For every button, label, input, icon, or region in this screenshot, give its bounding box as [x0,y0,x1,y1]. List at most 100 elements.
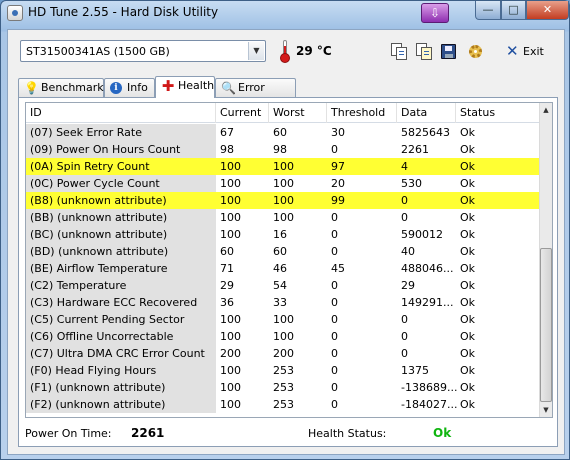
drive-select[interactable]: ST31500341AS (1500 GB) ▼ [20,40,266,62]
health-cross-icon: ✚ [161,77,175,95]
table-row[interactable]: (C7) Ultra DMA CRC Error Count 200 200 0 0 Ok [26,345,541,362]
health-panel: ID Current Worst Threshold Data Status (… [18,97,558,447]
table-row[interactable]: (BE) Airflow Temperature 71 46 45 488046... O… [26,260,541,277]
client-area: ST31500341AS (1500 GB) ▼ 29 °C ✕ Exit 💡 … [7,29,565,455]
cell-current: 100 [220,398,241,411]
table-row[interactable]: (BD) (unknown attribute) 60 60 0 40 Ok [26,243,541,260]
table-row[interactable]: (0C) Power Cycle Count 100 100 20 530 Ok [26,175,541,192]
cell-status: Ok [460,126,476,139]
cell-status: Ok [460,245,476,258]
table-row[interactable]: (C6) Offline Uncorrectable 100 100 0 0 Ok [26,328,541,345]
cell-worst: 100 [273,177,294,190]
cell-threshold: 0 [331,211,338,224]
options-button[interactable] [466,42,486,62]
column-header-id[interactable]: ID [26,103,216,123]
cell-current: 60 [220,245,234,258]
cell-data: 149291... [401,296,454,309]
cell-threshold: 0 [331,228,338,241]
tab-error-scan[interactable]: 🔍 Error Scan [215,78,296,111]
column-header-data[interactable]: Data [397,103,456,123]
gear-icon [469,45,482,58]
column-header-threshold[interactable]: Threshold [327,103,397,123]
cell-data: 0 [401,313,408,326]
copy-all-button[interactable] [414,42,434,62]
cell-id: (0C) Power Cycle Count [26,175,216,192]
cell-threshold: 0 [331,347,338,360]
cell-data: -184027... [401,398,458,411]
cell-worst: 100 [273,160,294,173]
cell-current: 100 [220,364,241,377]
cell-worst: 100 [273,194,294,207]
cell-id: (C6) Offline Uncorrectable [26,328,216,345]
cell-threshold: 0 [331,279,338,292]
cell-status: Ok [460,228,476,241]
cell-threshold: 20 [331,177,345,190]
cell-data: 0 [401,347,408,360]
table-row[interactable]: (BB) (unknown attribute) 100 100 0 0 Ok [26,209,541,226]
tab-info[interactable]: i Info [104,78,155,97]
cell-current: 100 [220,211,241,224]
app-window: HD Tune 2.55 - Hard Disk Utility ⇩ — □ ✕… [0,0,570,460]
copy-button[interactable] [389,42,409,62]
cell-id: (C7) Ultra DMA CRC Error Count [26,345,216,362]
cell-worst: 98 [273,143,287,156]
cell-status: Ok [460,194,476,207]
table-row[interactable]: (C2) Temperature 29 54 0 29 Ok [26,277,541,294]
scroll-down-icon[interactable]: ▼ [540,403,552,417]
cell-current: 100 [220,330,241,343]
table-row[interactable]: (BC) (unknown attribute) 100 16 0 590012 Ok [26,226,541,243]
cell-status: Ok [460,177,476,190]
cell-status: Ok [460,364,476,377]
info-icon: i [110,82,122,94]
cell-status: Ok [460,143,476,156]
cell-worst: 16 [273,228,287,241]
table-row[interactable]: (F0) Head Flying Hours 100 253 0 1375 Ok [26,362,541,379]
cell-status: Ok [460,347,476,360]
minimize-button[interactable]: — [475,1,501,20]
tab-benchmark-label: Benchmark [41,81,104,94]
save-button[interactable] [439,42,459,62]
cell-status: Ok [460,296,476,309]
tab-health[interactable]: ✚ Health [155,76,215,98]
close-button[interactable]: ✕ [526,1,569,20]
cell-id: (F0) Head Flying Hours [26,362,216,379]
exit-button[interactable]: ✕ Exit [506,42,546,62]
table-row[interactable]: (0A) Spin Retry Count 100 100 97 4 Ok [26,158,541,175]
cell-data: -138689... [401,381,458,394]
tab-benchmark[interactable]: 💡 Benchmark [18,78,104,97]
cell-data: 590012 [401,228,443,241]
quick-action-button[interactable]: ⇩ [421,3,449,23]
table-row[interactable]: (F2) (unknown attribute) 100 253 0 -184027..… [26,396,541,413]
scroll-up-icon[interactable]: ▲ [540,103,552,117]
column-header-worst[interactable]: Worst [269,103,327,123]
table-row[interactable]: (09) Power On Hours Count 98 98 0 2261 Ok [26,141,541,158]
table-row[interactable]: (C3) Hardware ECC Recovered 36 33 0 149291..… [26,294,541,311]
cell-id: (09) Power On Hours Count [26,141,216,158]
scrollbar-thumb[interactable] [540,248,552,402]
table-row[interactable]: (07) Seek Error Rate 67 60 30 5825643 Ok [26,124,541,141]
cell-current: 36 [220,296,234,309]
cell-worst: 100 [273,211,294,224]
cell-threshold: 0 [331,245,338,258]
cell-current: 100 [220,194,241,207]
table-row[interactable]: (C5) Current Pending Sector 100 100 0 0 Ok [26,311,541,328]
cell-threshold: 0 [331,330,338,343]
title-bar[interactable]: HD Tune 2.55 - Hard Disk Utility ⇩ — □ ✕ [1,1,569,25]
cell-id: (B8) (unknown attribute) [26,192,216,209]
column-header-status[interactable]: Status [456,103,541,123]
vertical-scrollbar[interactable]: ▲ ▼ [539,103,552,417]
cell-threshold: 0 [331,313,338,326]
power-on-time-label: Power On Time: [25,427,112,440]
table-row[interactable]: (F1) (unknown attribute) 100 253 0 -138689..… [26,379,541,396]
cell-threshold: 0 [331,381,338,394]
cell-id: (0A) Spin Retry Count [26,158,216,175]
cell-worst: 100 [273,330,294,343]
smart-attributes-table[interactable]: ID Current Worst Threshold Data Status (… [25,102,553,418]
tab-strip: 💡 Benchmark i Info ✚ Health 🔍 Error Scan [18,76,558,111]
cell-data: 29 [401,279,415,292]
table-row[interactable]: (B8) (unknown attribute) 100 100 99 0 Ok [26,192,541,209]
cell-data: 0 [401,211,408,224]
column-header-current[interactable]: Current [216,103,269,123]
chevron-down-icon[interactable]: ▼ [248,42,264,60]
maximize-button[interactable]: □ [501,1,526,20]
